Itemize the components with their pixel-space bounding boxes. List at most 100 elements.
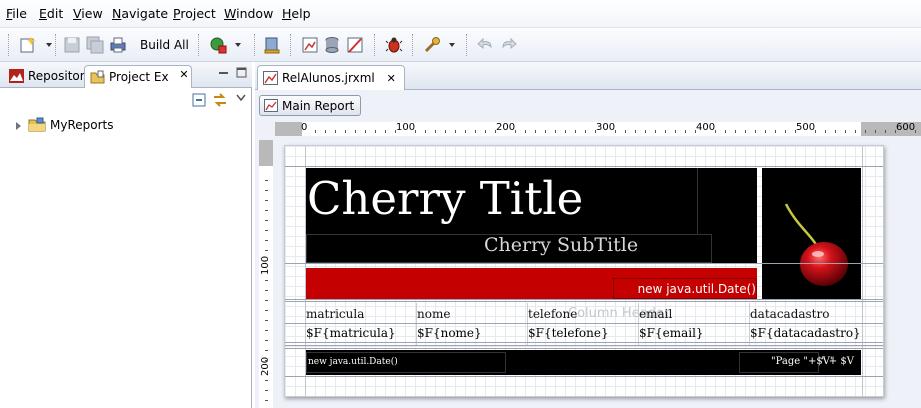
- menu-navigate[interactable]: Navigate: [112, 6, 168, 21]
- ruler-tick: [385, 130, 386, 133]
- field-email[interactable]: $F{email}: [639, 326, 704, 340]
- field-telefone[interactable]: $F{telefone}: [528, 326, 609, 340]
- menu-project[interactable]: Project: [173, 6, 216, 21]
- toolbar-grip: [466, 34, 468, 56]
- minimize-icon[interactable]: [218, 67, 229, 78]
- column-header-telefone[interactable]: telefone: [528, 307, 577, 321]
- menu-view[interactable]: View: [73, 6, 103, 21]
- ruler-tick: [395, 130, 396, 133]
- menu-file[interactable]: File: [6, 6, 27, 21]
- left-view-tabs: Repositor Project Ex ✕: [0, 62, 252, 88]
- column-header-matricula[interactable]: matricula: [306, 307, 364, 321]
- toolbar-grip: [290, 34, 292, 56]
- back-icon[interactable]: [476, 35, 496, 55]
- tab-repository[interactable]: Repositor: [4, 65, 91, 88]
- report-title[interactable]: Cherry Title: [307, 172, 583, 225]
- ruler-tick: [915, 130, 916, 133]
- build-all-button[interactable]: Build All: [140, 38, 189, 52]
- ruler-tick: [435, 130, 436, 133]
- page-footer-bar[interactable]: new java.util.Date() "Page "+$V" " + $V: [306, 350, 861, 375]
- ruler-tick: [325, 130, 326, 133]
- cherry-icon: [784, 203, 848, 286]
- tab-relalunos-jrxml[interactable]: RelAlunos.jrxml ✕: [257, 65, 405, 90]
- ruler-tick: [265, 350, 268, 351]
- toolbar-grip: [254, 34, 256, 56]
- menu-window[interactable]: Window: [224, 6, 273, 21]
- menu-edit[interactable]: Edit: [39, 6, 63, 21]
- new-wizard-icon[interactable]: [18, 35, 38, 55]
- column-header-nome[interactable]: nome: [417, 307, 450, 321]
- field-datacadastro[interactable]: $F{datacadastro}: [750, 326, 861, 340]
- report-page[interactable]: Cherry Title Cherry SubTitle new java.ut…: [284, 145, 884, 397]
- ruler-label: 600: [896, 122, 916, 133]
- toolbar-grip: [412, 34, 414, 56]
- tools-icon[interactable]: [422, 35, 442, 55]
- debug-icon[interactable]: [384, 35, 404, 55]
- project-explorer-pane: Repositor Project Ex ✕ MyReports: [0, 62, 252, 408]
- ruler-tick: [265, 240, 268, 241]
- detail-band-line: [285, 323, 883, 324]
- report-subtitle[interactable]: Cherry SubTitle: [484, 234, 638, 256]
- deploy-icon[interactable]: [262, 35, 282, 55]
- band-line: [285, 345, 883, 346]
- right-margin-line: [862, 146, 863, 396]
- field-matricula[interactable]: $F{matricula}: [306, 326, 396, 340]
- forward-icon[interactable]: [498, 35, 518, 55]
- link-editor-icon[interactable]: [212, 92, 228, 108]
- chart-edit-icon[interactable]: [345, 35, 365, 55]
- horizontal-ruler: 0 100 200 300 400 500 600: [275, 122, 921, 136]
- ruler-tick: [765, 130, 766, 133]
- new-dropdown-arrow[interactable]: [46, 43, 52, 47]
- ruler-tick: [555, 130, 556, 133]
- red-header-bar[interactable]: new java.util.Date(): [306, 268, 757, 299]
- footer-page-total-expression[interactable]: " + $V: [821, 356, 854, 367]
- footer-date-expression[interactable]: new java.util.Date(): [308, 357, 398, 367]
- menu-help[interactable]: Help: [282, 6, 311, 21]
- column-header-datacadastro[interactable]: datacadastro: [750, 307, 829, 321]
- report-icon[interactable]: [300, 35, 320, 55]
- ruler-tick: [265, 180, 268, 181]
- database-icon[interactable]: [322, 35, 342, 55]
- expand-arrow-icon[interactable]: [16, 122, 21, 130]
- tools-dropdown-arrow[interactable]: [449, 43, 455, 47]
- cherry-image[interactable]: [762, 168, 861, 299]
- save-icon[interactable]: [62, 35, 82, 55]
- toolbar-grip: [374, 34, 376, 56]
- field-nome[interactable]: $F{nome}: [417, 326, 482, 340]
- ruler-margin-left: [275, 122, 302, 136]
- ruler-tick: [265, 330, 268, 331]
- ruler-tick: [645, 130, 646, 133]
- ruler-tick: [475, 130, 476, 133]
- ruler-tick: [695, 130, 696, 133]
- column-header-email[interactable]: email: [639, 307, 672, 321]
- print-icon[interactable]: [108, 35, 128, 55]
- ruler-tick: [725, 130, 726, 133]
- run-dropdown-arrow[interactable]: [235, 43, 241, 47]
- project-explorer-icon: [90, 70, 105, 84]
- ruler-tick: [265, 200, 268, 201]
- date-field[interactable]: new java.util.Date(): [613, 278, 757, 299]
- ruler-tick: [795, 130, 796, 133]
- view-menu-icon[interactable]: [236, 94, 246, 102]
- ruler-tick: [265, 380, 268, 381]
- ruler-tick: [785, 130, 786, 133]
- ruler-tick: [685, 130, 686, 133]
- ruler-tick: [655, 130, 656, 133]
- save-all-icon[interactable]: [85, 35, 105, 55]
- editor-tab-label: RelAlunos.jrxml: [282, 71, 375, 85]
- date-expression: new java.util.Date(): [637, 282, 756, 296]
- maximize-icon[interactable]: [236, 67, 247, 78]
- tree-item-label: MyReports: [50, 118, 114, 132]
- collapse-all-icon[interactable]: [192, 93, 206, 107]
- close-icon[interactable]: ✕: [179, 68, 188, 81]
- main-report-label: Main Report: [282, 99, 355, 113]
- main-report-button[interactable]: Main Report: [259, 95, 362, 116]
- run-icon[interactable]: [208, 35, 228, 55]
- ruler-tick: [375, 130, 376, 133]
- band-line: [285, 342, 883, 343]
- toolbar-grip: [8, 34, 10, 56]
- tab-project-explorer[interactable]: Project Ex ✕: [84, 65, 192, 88]
- menu-bar: File Edit View Navigate Project Window H…: [0, 0, 921, 28]
- close-icon[interactable]: ✕: [387, 72, 396, 85]
- ruler-tick: [265, 210, 268, 211]
